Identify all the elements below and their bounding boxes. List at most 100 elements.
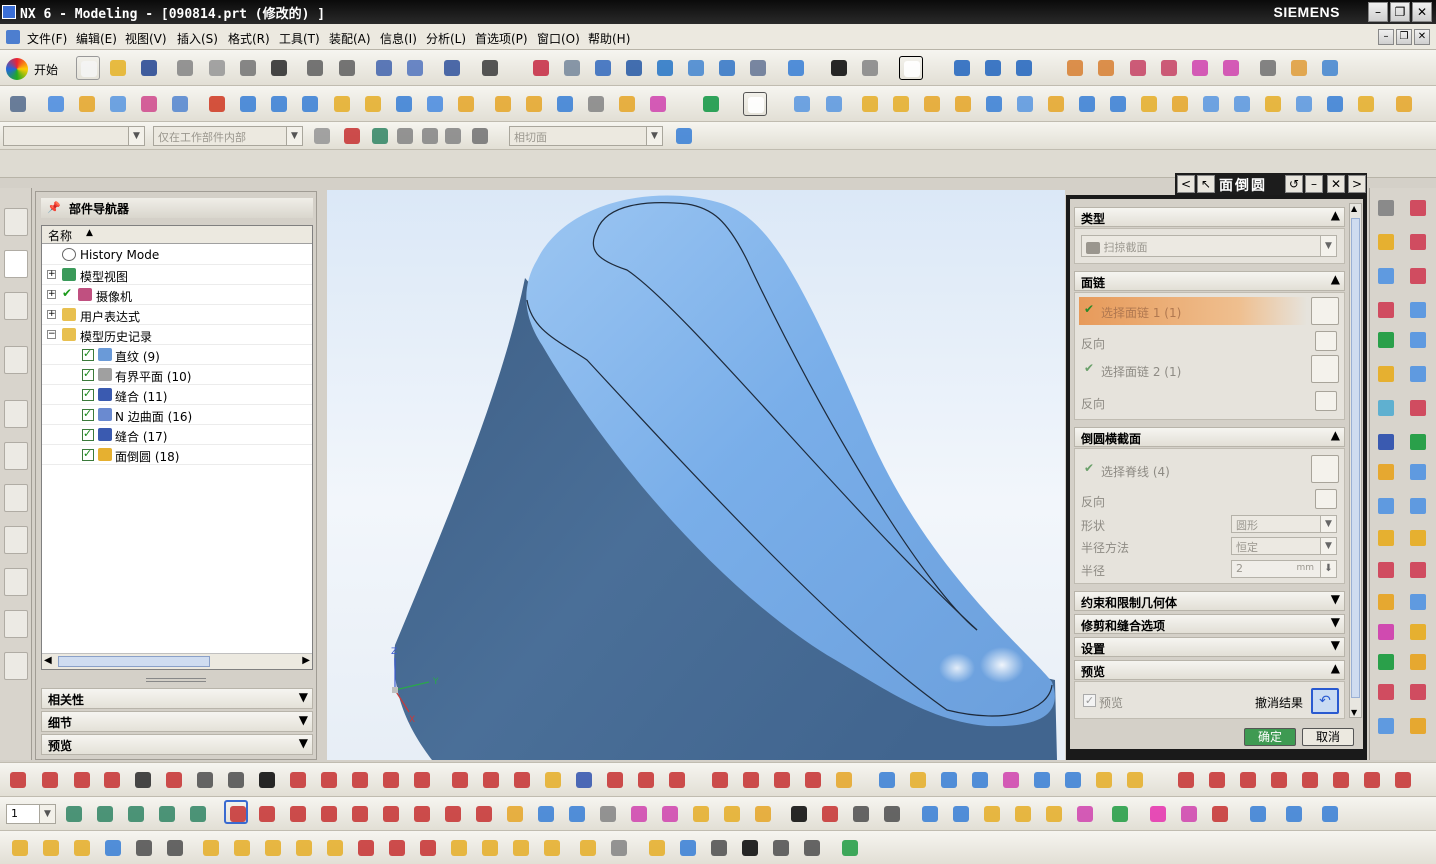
- edit-feature-icon[interactable]: [447, 836, 471, 860]
- work-layer-dropdown[interactable]: 1 ▼: [6, 804, 56, 824]
- analysis-icon[interactable]: [1282, 802, 1306, 826]
- edit-feature-icon[interactable]: [509, 836, 533, 860]
- surface-icon-6[interactable]: [951, 92, 975, 116]
- slot-icon[interactable]: [361, 92, 385, 116]
- analysis-icon[interactable]: [918, 802, 942, 826]
- move-to-layer-icon[interactable]: [155, 802, 179, 826]
- constraints-section-header[interactable]: 约束和限制几何体 ▼: [1074, 591, 1345, 611]
- scroll-up-icon[interactable]: ▲: [1351, 204, 1357, 213]
- select-face-button-2[interactable]: [1311, 355, 1339, 383]
- point-set-icon[interactable]: [286, 768, 310, 792]
- select-face-icon[interactable]: [441, 124, 465, 148]
- system-materials-tab[interactable]: [4, 442, 28, 470]
- surface-tool-icon[interactable]: [1374, 460, 1398, 484]
- utility-icon[interactable]: [441, 802, 465, 826]
- surface-tool-icon[interactable]: [1406, 460, 1430, 484]
- curve-tool-icon[interactable]: [1092, 768, 1116, 792]
- edit-feature-icon[interactable]: [769, 836, 793, 860]
- curve-tool-icon[interactable]: [832, 768, 856, 792]
- select-face-button[interactable]: [1311, 297, 1339, 325]
- edit-feature-icon[interactable]: [8, 836, 32, 860]
- redo-icon[interactable]: [335, 56, 359, 80]
- general-conic-icon[interactable]: [193, 768, 217, 792]
- select-feature-icon[interactable]: [393, 124, 417, 148]
- zoom-icon[interactable]: [622, 56, 646, 80]
- undo-icon[interactable]: [303, 56, 327, 80]
- curve-tool-icon[interactable]: [770, 768, 794, 792]
- surface-icon-14[interactable]: [1199, 92, 1223, 116]
- surface-tool-icon[interactable]: [1406, 650, 1430, 674]
- edit-feature-icon[interactable]: [199, 836, 223, 860]
- rotate-icon[interactable]: [653, 56, 677, 80]
- face-chain-section-header[interactable]: 面链 ▲: [1074, 271, 1345, 291]
- analysis-icon[interactable]: [1177, 802, 1201, 826]
- surface-tool-icon[interactable]: [1374, 620, 1398, 644]
- system-scenes-tab[interactable]: [4, 526, 28, 554]
- surface-tool-icon[interactable]: [1406, 680, 1430, 704]
- curve-tool-icon[interactable]: [801, 768, 825, 792]
- curve-tool-icon[interactable]: [1061, 768, 1085, 792]
- layer-settings-icon[interactable]: [62, 802, 86, 826]
- edit-feature-icon[interactable]: [540, 836, 564, 860]
- revolve-icon[interactable]: [75, 92, 99, 116]
- dialog-scrollbar[interactable]: ▲ ▼: [1349, 203, 1362, 718]
- 3d-tab[interactable]: [4, 652, 28, 680]
- utility-icon[interactable]: [503, 802, 527, 826]
- feature-icon-2[interactable]: [1094, 56, 1118, 80]
- analysis-icon[interactable]: [818, 802, 842, 826]
- tree-row-feature[interactable]: 缝合 (11): [42, 385, 312, 405]
- edit-feature-icon[interactable]: [676, 836, 700, 860]
- part-navigator-tab[interactable]: [4, 292, 28, 320]
- expand-icon[interactable]: +: [47, 290, 56, 299]
- selection-scope-dropdown[interactable]: 仅在工作部件内部 ▼: [153, 126, 303, 146]
- face-rule-dropdown[interactable]: 相切面 ▼: [509, 126, 663, 146]
- surface-tool-icon[interactable]: [1406, 328, 1430, 352]
- trim-section-header[interactable]: 修剪和缝合选项 ▼: [1074, 614, 1345, 634]
- surface-icon-20[interactable]: [1392, 92, 1416, 116]
- constraint-navigator-tab[interactable]: [4, 250, 28, 278]
- arc-icon[interactable]: [38, 768, 62, 792]
- surface-tool-icon[interactable]: [1406, 430, 1430, 454]
- reverse-direction-1-button[interactable]: [1315, 331, 1337, 351]
- curve-tool-icon[interactable]: [1030, 768, 1054, 792]
- utility-icon[interactable]: [410, 802, 434, 826]
- edit-feature-icon[interactable]: [738, 836, 762, 860]
- edit-feature-icon[interactable]: [261, 836, 285, 860]
- surface-tool-icon[interactable]: [1374, 590, 1398, 614]
- curve-tool-icon[interactable]: [708, 768, 732, 792]
- menu-edit[interactable]: 编辑(E): [76, 30, 117, 47]
- ellipse-icon[interactable]: [448, 768, 472, 792]
- snap-point-icon[interactable]: [340, 124, 364, 148]
- menu-view[interactable]: 视图(V): [125, 30, 167, 47]
- background-icon[interactable]: [899, 56, 923, 80]
- palette-tab[interactable]: [4, 484, 28, 512]
- select-body-icon[interactable]: [418, 124, 442, 148]
- surface-tool-icon[interactable]: [1374, 680, 1398, 704]
- edit-feature-icon[interactable]: [132, 836, 156, 860]
- type-dropdown[interactable]: 扫掠截面 ▼: [1081, 235, 1337, 257]
- curve-tool-icon[interactable]: [999, 768, 1023, 792]
- layer-visible-icon[interactable]: [93, 802, 117, 826]
- preview-checkbox[interactable]: ✓: [1083, 694, 1096, 707]
- orient-view-icon[interactable]: [784, 56, 808, 80]
- curve-edit-icon[interactable]: [1360, 768, 1384, 792]
- command-finder-icon[interactable]: [440, 56, 464, 80]
- doc-close-button[interactable]: ✕: [1414, 29, 1430, 45]
- edit-feature-icon[interactable]: [707, 836, 731, 860]
- scroll-down-icon[interactable]: ▼: [1351, 708, 1357, 717]
- repeat-command-icon[interactable]: [372, 56, 396, 80]
- scroll-thumb[interactable]: [58, 656, 210, 667]
- preview-section-header[interactable]: 预览 ▲: [1074, 660, 1345, 680]
- menu-information[interactable]: 信息(I): [380, 30, 417, 47]
- edit-feature-icon[interactable]: [323, 836, 347, 860]
- curve-tool-icon[interactable]: [968, 768, 992, 792]
- dialog-pin-icon[interactable]: ↖: [1197, 175, 1215, 193]
- pan-icon[interactable]: [684, 56, 708, 80]
- minimize-button[interactable]: –: [1368, 2, 1388, 22]
- spline-icon[interactable]: [100, 768, 124, 792]
- surface-tool-icon[interactable]: [1374, 650, 1398, 674]
- edit-feature-icon[interactable]: [838, 836, 862, 860]
- feature-checkbox[interactable]: [82, 427, 94, 441]
- details-panel[interactable]: 细节 ▼: [41, 711, 313, 732]
- edit-feature-icon[interactable]: [101, 836, 125, 860]
